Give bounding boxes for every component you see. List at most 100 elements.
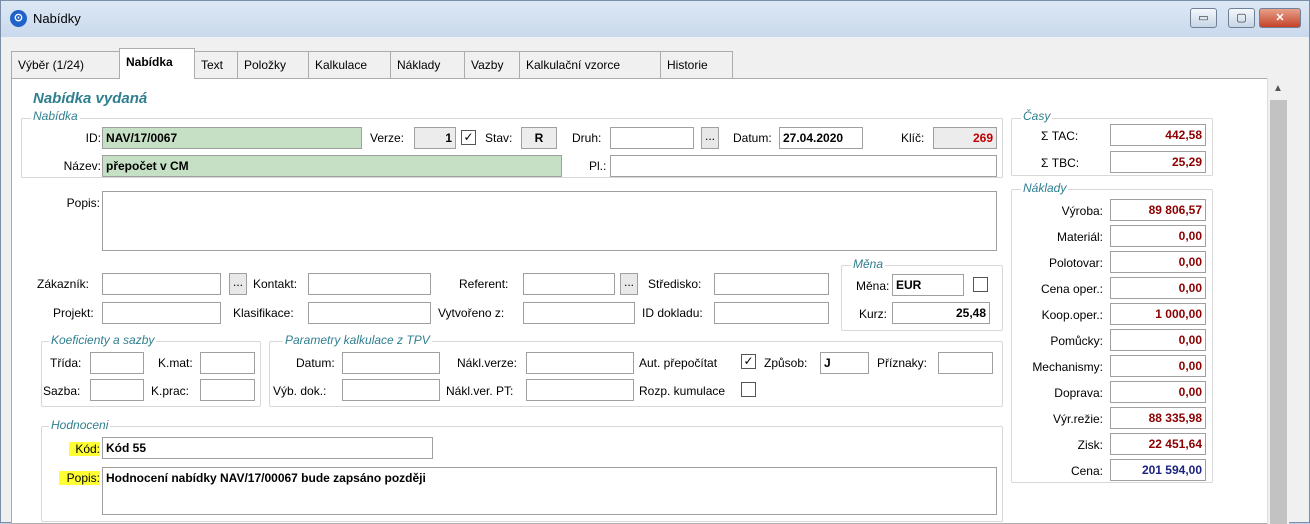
customer-label: Zákazník: <box>37 277 90 291</box>
tab-kalkulace[interactable]: Kalkulace <box>308 51 391 78</box>
tac-field[interactable]: 442,58 <box>1110 124 1206 146</box>
currency-group-label: Měna <box>851 257 886 271</box>
tab-naklady[interactable]: Náklady <box>390 51 465 78</box>
calc-date-field[interactable] <box>342 352 440 374</box>
cost-field-doprava[interactable]: 0,00 <box>1110 381 1206 403</box>
pl-field[interactable] <box>610 155 997 177</box>
cost-field-pomucky[interactable]: 0,00 <box>1110 329 1206 351</box>
tab-historie[interactable]: Historie <box>660 51 733 78</box>
version-checkbox[interactable]: ✓ <box>461 130 476 145</box>
cost-label-polotovar: Polotovar: <box>1048 256 1103 270</box>
code-field[interactable]: Kód 55 <box>102 437 433 459</box>
date-field[interactable]: 27.04.2020 <box>779 127 863 149</box>
costs-group-label: Náklady <box>1021 181 1069 195</box>
currency-field[interactable]: EUR <box>892 274 964 296</box>
cumulation-checkbox[interactable] <box>741 382 756 397</box>
type-label: Druh: <box>572 131 602 145</box>
tab-vyber[interactable]: Výběr (1/24) <box>11 51 120 78</box>
flags-label: Příznaky: <box>877 356 928 370</box>
key-field[interactable]: 269 <box>933 127 997 149</box>
times-group-label: Časy <box>1021 109 1053 123</box>
cost-field-cena-oper[interactable]: 0,00 <box>1110 277 1206 299</box>
tab-polozky[interactable]: Položky <box>237 51 309 78</box>
customer-field[interactable] <box>102 273 221 295</box>
doc-select-label: Výb. dok.: <box>273 384 327 398</box>
kprac-field[interactable] <box>200 379 255 401</box>
tab-nabidka[interactable]: Nabídka <box>119 48 195 79</box>
currency-checkbox[interactable] <box>973 277 988 292</box>
cost-label-koop-oper: Koop.oper.: <box>1041 308 1103 322</box>
contact-field[interactable] <box>308 273 431 295</box>
cost-label-doprava: Doprava: <box>1054 386 1103 400</box>
window-title: Nabídky <box>33 11 81 26</box>
kmat-field[interactable] <box>200 352 255 374</box>
version-field[interactable]: 1 <box>414 127 456 149</box>
cost-label-cena-oper: Cena oper.: <box>1040 282 1103 296</box>
cost-field-zisk[interactable]: 22 451,64 <box>1110 433 1206 455</box>
description-field[interactable] <box>102 191 997 251</box>
referent-field[interactable] <box>523 273 615 295</box>
center-field[interactable] <box>714 273 829 295</box>
evaluation-description-field[interactable]: Hodnocení nabídky NAV/17/00067 bude zaps… <box>102 467 997 515</box>
tbc-field[interactable]: 25,29 <box>1110 151 1206 173</box>
cost-version-label: Nákl.verze: <box>457 356 518 370</box>
type-browse-button[interactable]: ... <box>701 127 719 149</box>
method-label: Způsob: <box>764 356 808 370</box>
currency-label: Měna: <box>856 279 890 293</box>
cost-field-material[interactable]: 0,00 <box>1110 225 1206 247</box>
tab-vazby[interactable]: Vazby <box>464 51 520 78</box>
calc-date-label: Datum: <box>296 356 335 370</box>
project-label: Projekt: <box>53 306 94 320</box>
status-field[interactable]: R <box>521 127 557 149</box>
project-field[interactable] <box>102 302 221 324</box>
scroll-up-icon[interactable]: ▲ <box>1273 83 1283 94</box>
tab-text[interactable]: Text <box>194 51 238 78</box>
center-label: Středisko: <box>648 277 702 291</box>
tab-kalkulacni-vzorce[interactable]: Kalkulační vzorce <box>519 51 661 78</box>
class-label: Třída: <box>50 356 82 370</box>
classification-field[interactable] <box>308 302 431 324</box>
flags-field[interactable] <box>938 352 993 374</box>
scrollbar-thumb[interactable] <box>1270 100 1287 524</box>
type-field[interactable] <box>610 127 694 149</box>
cost-label-cena: Cena: <box>1070 464 1103 478</box>
auto-recalc-label: Aut. přepočítat <box>639 356 718 370</box>
minimize-button[interactable]: ▭ <box>1190 8 1217 28</box>
tbc-label: Σ TBC: <box>1041 156 1080 170</box>
cost-field-vyroba[interactable]: 89 806,57 <box>1110 199 1206 221</box>
rate-coef-field[interactable] <box>90 379 144 401</box>
section-title: Nabídka vydaná <box>33 90 148 107</box>
cost-field-mechanismy[interactable]: 0,00 <box>1110 355 1206 377</box>
cost-label-material: Materiál: <box>1056 230 1103 244</box>
contact-label: Kontakt: <box>253 277 298 291</box>
cost-label-vyroba: Výroba: <box>1061 204 1103 218</box>
name-field[interactable]: přepočet v CM <box>102 155 562 177</box>
vertical-scrollbar[interactable]: ▲ <box>1267 78 1289 524</box>
cost-field-koop-oper[interactable]: 1 000,00 <box>1110 303 1206 325</box>
title-bar: ⊙ Nabídky ▭ ▢ ✕ <box>1 1 1309 37</box>
cost-field-polotovar[interactable]: 0,00 <box>1110 251 1206 273</box>
method-field[interactable]: J <box>820 352 869 374</box>
customer-browse-button[interactable]: ... <box>229 273 247 295</box>
doc-id-field[interactable] <box>714 302 829 324</box>
classification-label: Klasifikace: <box>233 306 294 320</box>
app-logo-icon: ⊙ <box>10 10 27 27</box>
close-button[interactable]: ✕ <box>1259 8 1301 28</box>
doc-select-field[interactable] <box>342 379 440 401</box>
cost-version-field[interactable] <box>526 352 634 374</box>
evaluation-description-label: Popis: <box>59 471 100 485</box>
cost-field-cena[interactable]: 201 594,00 <box>1110 459 1206 481</box>
cost-version-pt-field[interactable] <box>526 379 634 401</box>
maximize-button[interactable]: ▢ <box>1228 8 1255 28</box>
date-label: Datum: <box>733 131 772 145</box>
class-field[interactable] <box>90 352 144 374</box>
rate-field[interactable]: 25,48 <box>892 302 990 324</box>
created-from-field[interactable] <box>523 302 635 324</box>
cost-label-mechanismy: Mechanismy: <box>1032 360 1103 374</box>
kmat-label: K.mat: <box>158 356 193 370</box>
name-label: Název: <box>63 159 101 173</box>
auto-recalc-checkbox[interactable]: ✓ <box>741 354 756 369</box>
id-field[interactable]: NAV/17/0067 <box>102 127 362 149</box>
referent-browse-button[interactable]: ... <box>620 273 638 295</box>
cost-field-vyr-rezie[interactable]: 88 335,98 <box>1110 407 1206 429</box>
